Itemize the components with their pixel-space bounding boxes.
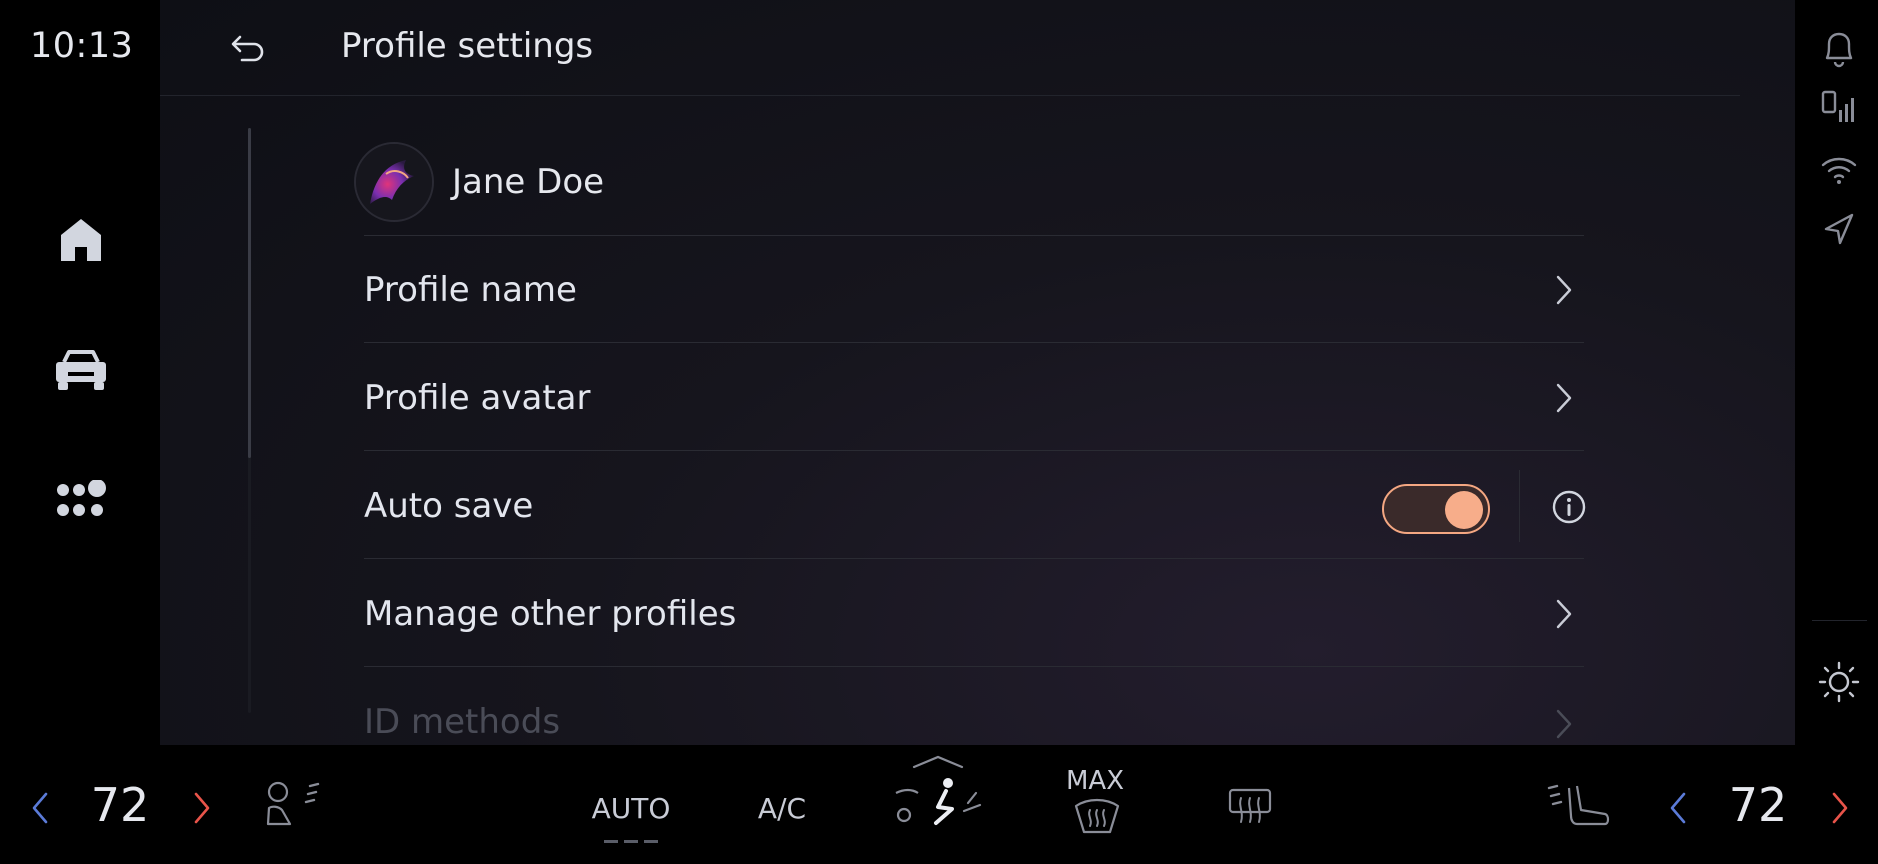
nav-vehicle-button[interactable]: [46, 335, 116, 405]
info-icon: [1552, 490, 1586, 524]
clock: 10:13: [30, 26, 134, 66]
auto-save-toggle[interactable]: [1382, 484, 1490, 534]
page-title: Profile settings: [341, 26, 594, 66]
rear-defrost-button[interactable]: [1220, 781, 1280, 831]
topbar-divider: [160, 95, 1740, 96]
row-divider: [364, 342, 1584, 343]
max-label: MAX: [1065, 766, 1125, 796]
scrollbar-thumb[interactable]: [248, 128, 251, 458]
apps-icon: [57, 480, 106, 516]
max-defrost-button[interactable]: [1062, 795, 1132, 837]
chevron-right-icon: [1556, 383, 1572, 412]
right-temp-up-button[interactable]: [1822, 785, 1858, 831]
brightness-button[interactable]: [1814, 660, 1864, 704]
wifi-icon: [1821, 157, 1857, 184]
nav-apps-button[interactable]: [46, 465, 116, 535]
airflow-icon: [895, 755, 982, 825]
back-button[interactable]: [226, 26, 270, 70]
row-manage-other-profiles[interactable]: Manage other profiles: [364, 560, 1584, 667]
chevron-right-icon: [194, 792, 210, 824]
left-temperature: 72: [90, 778, 150, 832]
airflow-mode-button[interactable]: [890, 753, 990, 845]
bell-icon: [1825, 32, 1853, 68]
row-label: Manage other profiles: [364, 593, 737, 634]
navigation-status: [1814, 206, 1864, 250]
nav-home-button[interactable]: [46, 205, 116, 275]
left-temp-down-button[interactable]: [22, 785, 58, 831]
row-label: Profile name: [364, 269, 577, 310]
row-auto-save: Auto save: [364, 452, 1586, 559]
row-label: Profile avatar: [364, 377, 591, 418]
steering-wheel-heat-button[interactable]: [258, 775, 336, 835]
right-divider: [1812, 620, 1867, 621]
notifications-button[interactable]: [1814, 26, 1864, 70]
climate-bar: 72 AUTO A/C MAX 72: [0, 745, 1878, 864]
brightness-icon: [1818, 661, 1860, 703]
chevron-right-icon: [1556, 275, 1572, 304]
rear-defrost-icon: [1228, 788, 1272, 823]
back-arrow-icon: [231, 35, 264, 62]
avatar: [354, 142, 434, 222]
row-profile-avatar[interactable]: Profile avatar: [364, 344, 1584, 451]
chevron-right-icon: [1832, 792, 1848, 824]
left-nav: [0, 95, 160, 745]
max-defrost-label: MAX: [1060, 766, 1130, 796]
left-temp-up-button[interactable]: [184, 785, 220, 831]
right-temperature: 72: [1728, 778, 1788, 832]
row-profile-name[interactable]: Profile name: [364, 236, 1584, 343]
wifi-status: [1814, 148, 1864, 192]
chevron-left-icon: [32, 792, 48, 824]
car-icon: [56, 350, 106, 390]
toggle-knob: [1445, 491, 1483, 529]
row-divider: [364, 666, 1584, 667]
chevron-right-icon: [1556, 709, 1572, 739]
auto-climate-button[interactable]: AUTO: [585, 785, 677, 831]
row-divider: [364, 450, 1584, 451]
row-divider: [364, 558, 1584, 559]
seat-heat-icon: [1547, 784, 1610, 826]
row-label: Auto save: [364, 485, 534, 526]
phone-signal-status: [1814, 86, 1864, 130]
navigation-icon: [1824, 213, 1854, 245]
chevron-left-icon: [1670, 792, 1686, 824]
home-icon: [61, 219, 101, 261]
auto-save-info-button[interactable]: [1544, 482, 1594, 532]
vertical-separator: [1519, 470, 1520, 542]
max-defrost-icon: [1074, 798, 1120, 834]
row-label: ID methods: [364, 702, 561, 742]
profile-name: Jane Doe: [452, 162, 605, 202]
seat-heat-button[interactable]: [1540, 775, 1620, 835]
chevron-right-icon: [1556, 599, 1572, 628]
steering-heat-icon: [266, 781, 320, 826]
right-temp-down-button[interactable]: [1660, 785, 1696, 831]
profile-header: Jane Doe: [354, 142, 1584, 222]
ac-button[interactable]: A/C: [740, 785, 824, 831]
phone-signal-icon: [1821, 90, 1854, 122]
auto-level-indicator: [602, 839, 662, 845]
row-id-methods[interactable]: ID methods: [364, 668, 1584, 745]
